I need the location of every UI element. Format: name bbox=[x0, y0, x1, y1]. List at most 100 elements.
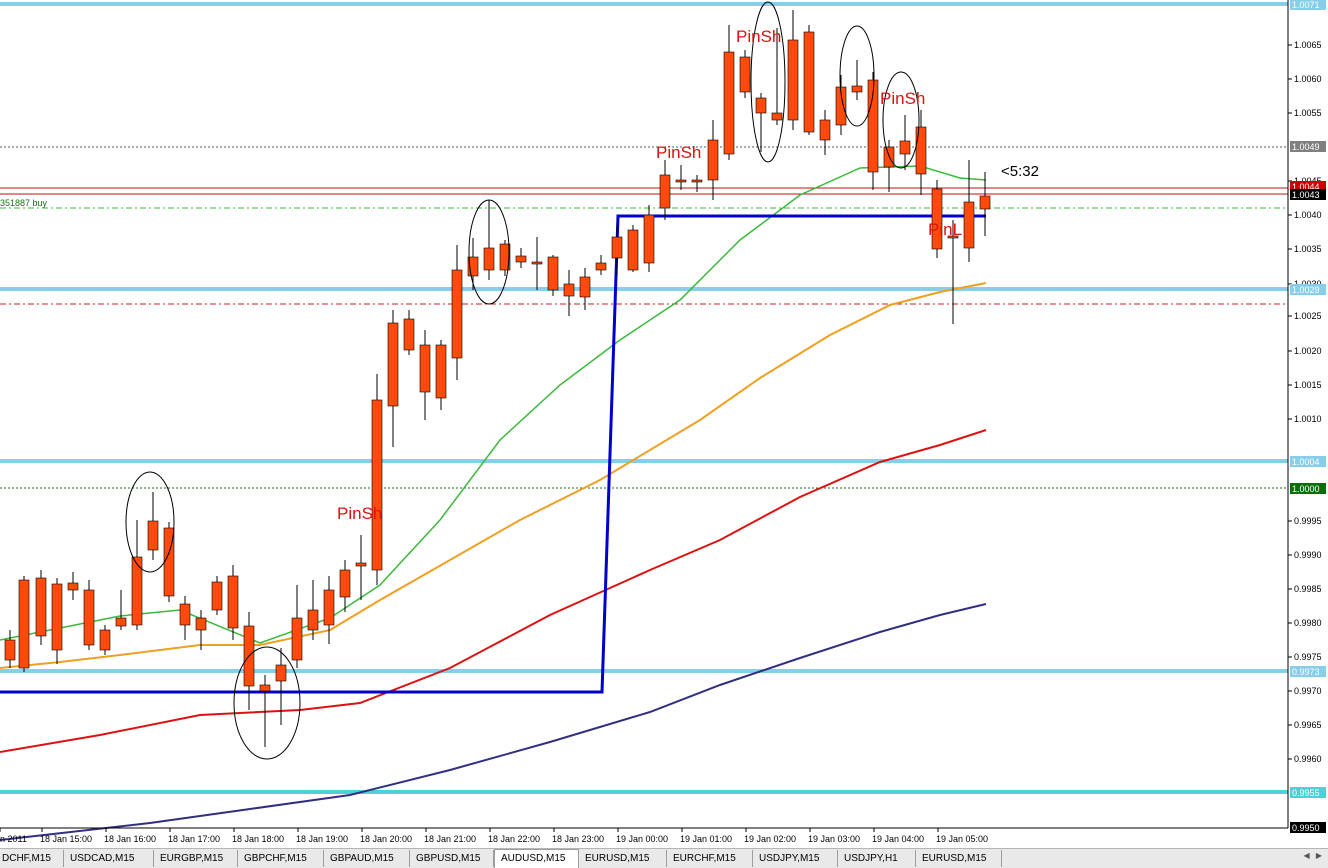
time-tick-label: 18 Jan 16:00 bbox=[104, 834, 156, 844]
price-tick-label: 1.0065 bbox=[1294, 40, 1322, 50]
candle-body bbox=[771, 112, 783, 121]
candle-body bbox=[515, 255, 527, 263]
time-tick-label: 18 Jan 21:00 bbox=[424, 834, 476, 844]
price-label: 1.0049 bbox=[1292, 142, 1320, 152]
price-tick-label: 1.0040 bbox=[1294, 210, 1322, 220]
candle-body bbox=[51, 583, 63, 651]
candle-body bbox=[819, 119, 831, 141]
ema-long-line bbox=[0, 603, 987, 841]
tab-gbpchf-m15[interactable]: GBPCHF,M15 bbox=[238, 850, 324, 867]
candle-body bbox=[787, 39, 799, 121]
candle-body bbox=[963, 201, 975, 249]
pin-bar-annotation: PinSh bbox=[656, 143, 701, 162]
price-label: 1.0029 bbox=[1292, 285, 1320, 295]
candle-body bbox=[547, 256, 559, 291]
candle-body bbox=[851, 85, 863, 93]
price-label: 1.0004 bbox=[1292, 457, 1320, 467]
price-tick-label: 1.0055 bbox=[1294, 108, 1322, 118]
candle-body bbox=[83, 589, 95, 646]
candle-body bbox=[755, 97, 767, 114]
price-tick-label: 0.9960 bbox=[1294, 754, 1322, 764]
candle-body bbox=[259, 684, 271, 692]
candle-body bbox=[115, 617, 127, 627]
time-tick-label: 19 Jan 00:00 bbox=[616, 834, 668, 844]
tab-gbpusd-m15[interactable]: GBPUSD,M15 bbox=[410, 850, 494, 867]
price-tick-label: 0.9970 bbox=[1294, 686, 1322, 696]
tab-eurusd-m15-2[interactable]: EURUSD,M15 bbox=[916, 850, 1002, 867]
price-tick-label: 0.9975 bbox=[1294, 652, 1322, 662]
candle-body bbox=[979, 195, 991, 210]
candle-body bbox=[179, 603, 191, 626]
price-tick-label: 0.9965 bbox=[1294, 720, 1322, 730]
pin-bar-annotation: PinSh bbox=[337, 504, 382, 523]
price-tick-label: 1.0060 bbox=[1294, 74, 1322, 84]
time-tick-label: 18 Jan 19:00 bbox=[296, 834, 348, 844]
price-label: 1.0043 bbox=[1292, 190, 1320, 200]
candle-body bbox=[435, 344, 447, 399]
tab-eurgbp-m15[interactable]: EURGBP,M15 bbox=[154, 850, 238, 867]
pin-bar-annotation: PinSh bbox=[736, 27, 781, 46]
price-chart[interactable]: PinSh PinSh PinSh PinSh PinL <5:32 351887 buy … bbox=[0, 0, 1328, 868]
price-tick-label: 0.9985 bbox=[1294, 584, 1322, 594]
candle-body bbox=[35, 577, 47, 637]
candle-body bbox=[931, 188, 943, 250]
candle-body bbox=[739, 56, 751, 93]
tab-usdjpy-m15[interactable]: USDJPY,M15 bbox=[753, 850, 838, 867]
time-tick-label: 18 Jan 15:00 bbox=[40, 834, 92, 844]
candle-body bbox=[67, 582, 79, 591]
candle-body bbox=[18, 579, 30, 669]
price-label: 1.0071 bbox=[1292, 0, 1320, 10]
price-tick-label: 1.0035 bbox=[1294, 244, 1322, 254]
candle-body bbox=[323, 589, 335, 626]
tab-dchf-m15[interactable]: DCHF,M15 bbox=[0, 850, 64, 867]
time-tick-label: 18 Jan 23:00 bbox=[552, 834, 604, 844]
price-label: 0.9955 bbox=[1292, 788, 1320, 798]
candle-countdown-label: <5:32 bbox=[1001, 163, 1039, 180]
candle-body bbox=[307, 609, 319, 631]
candle-body bbox=[4, 639, 16, 661]
tab-usdjpy-h1[interactable]: USDJPY,H1 bbox=[838, 850, 916, 867]
tab-usdcad-m15[interactable]: USDCAD,M15 bbox=[64, 850, 154, 867]
candle-body bbox=[419, 344, 431, 393]
candle-body bbox=[611, 236, 623, 259]
ema-mid-line bbox=[0, 282, 987, 669]
candle-body bbox=[339, 569, 351, 598]
candle-body bbox=[227, 575, 239, 629]
tab-scroll-arrows[interactable]: ◀ ▶ bbox=[1303, 851, 1324, 860]
candle-body bbox=[99, 629, 111, 651]
candle-body bbox=[643, 214, 655, 264]
tab-eurusd-m15[interactable]: EURUSD,M15 bbox=[579, 850, 667, 867]
candle-body bbox=[659, 174, 671, 209]
candle-body bbox=[915, 126, 927, 175]
annotation-ellipse bbox=[233, 646, 301, 760]
time-tick-label: 19 Jan 02:00 bbox=[744, 834, 796, 844]
price-tick-label: 1.0025 bbox=[1294, 311, 1322, 321]
annotation-ellipse bbox=[750, 1, 786, 163]
price-label: 0.9973 bbox=[1292, 667, 1320, 677]
time-tick-label: 18 Jan 17:00 bbox=[168, 834, 220, 844]
candle-body bbox=[403, 318, 415, 351]
tab-eurchf-m15[interactable]: EURCHF,M15 bbox=[667, 850, 753, 867]
candle-body bbox=[563, 283, 575, 297]
time-tick-label: 18 Jan 2011 bbox=[0, 834, 27, 844]
candle-body bbox=[627, 229, 639, 271]
candle-body bbox=[899, 140, 911, 155]
time-tick-label: 18 Jan 20:00 bbox=[360, 834, 412, 844]
candle-body bbox=[131, 556, 143, 626]
pin-bar-annotation: PinSh bbox=[880, 89, 925, 108]
time-tick-label: 19 Jan 05:00 bbox=[936, 834, 988, 844]
order-buy-label: 351887 buy bbox=[0, 198, 48, 208]
candle-body bbox=[195, 617, 207, 631]
time-tick-label: 18 Jan 18:00 bbox=[232, 834, 284, 844]
candle-body bbox=[803, 31, 815, 133]
candle-body bbox=[451, 269, 463, 359]
chart-tab-bar: DCHF,M15 USDCAD,M15 EURGBP,M15 GBPCHF,M1… bbox=[0, 848, 1328, 868]
time-tick-label: 19 Jan 01:00 bbox=[680, 834, 732, 844]
candle-body bbox=[579, 276, 591, 298]
chart-canvas[interactable]: PinShPinShPinShPinShPinL<5:32351887 buy … bbox=[0, 0, 1328, 848]
candle-body bbox=[595, 262, 607, 271]
candle-body bbox=[707, 139, 719, 181]
price-label: 1.0000 bbox=[1292, 484, 1320, 494]
tab-gbpaud-m15[interactable]: GBPAUD,M15 bbox=[324, 850, 410, 867]
tab-audusd-m15[interactable]: AUDUSD,M15 bbox=[494, 849, 579, 868]
